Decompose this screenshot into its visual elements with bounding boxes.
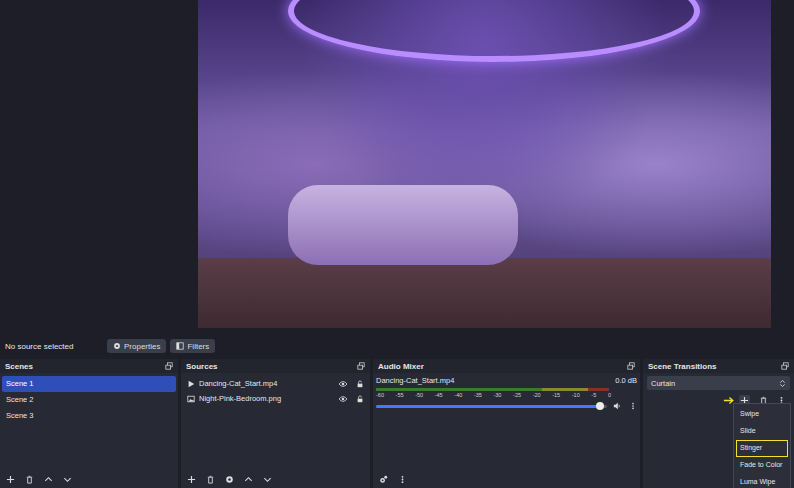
transition-select[interactable]: Curtain (647, 376, 790, 390)
properties-button[interactable]: Properties (107, 339, 166, 353)
menu-item[interactable]: Slide (736, 423, 788, 440)
up-icon[interactable] (44, 475, 53, 484)
add-transition-menu: SwipeSlideStingerFade to ColorLuma Wipe (733, 403, 791, 488)
filter-icon (176, 342, 184, 350)
mixer-channel: Dancing-Cat_Start.mp4 0.0 dB -60-55-50-45-… (376, 376, 637, 410)
dock-header: Scenes (0, 359, 178, 373)
preview-floor (198, 258, 771, 328)
undock-icon[interactable] (781, 362, 789, 370)
plus-icon[interactable] (6, 475, 15, 484)
sources-dock: Sources Dancing-Cat_Start.mp4Night-Pink-B… (181, 359, 370, 488)
scene-transitions-dock: Scene Transitions Curtain SwipeSlideStinge… (643, 359, 794, 488)
obs-window: No source selected Properties Filters Scene… (0, 0, 794, 488)
channel-name: Dancing-Cat_Start.mp4 (376, 376, 454, 385)
down-icon[interactable] (63, 475, 72, 484)
more-icon[interactable] (398, 475, 407, 484)
scenes-dock: Scenes Scene 1Scene 2Scene 3 (0, 359, 178, 488)
volume-slider[interactable] (376, 405, 607, 408)
volume-meter (376, 388, 609, 391)
updown-arrows-icon (779, 379, 786, 388)
mixer-toolbar (373, 470, 640, 488)
dock-header: Scene Transitions (643, 359, 794, 373)
image-icon (187, 395, 195, 403)
scene-item[interactable]: Scene 1 (2, 376, 176, 392)
gear-icon (113, 342, 121, 350)
undock-icon[interactable] (165, 362, 173, 370)
more-icon[interactable] (629, 402, 637, 410)
menu-item[interactable]: Luma Wipe (736, 474, 788, 488)
slider-knob[interactable] (596, 402, 604, 410)
down-icon[interactable] (263, 475, 272, 484)
scene-item[interactable]: Scene 3 (2, 408, 176, 424)
audio-mixer-dock: Audio Mixer Dancing-Cat_Start.mp4 0.0 dB -6… (373, 359, 640, 488)
dock-header: Sources (181, 359, 370, 373)
lock-open-icon[interactable] (356, 395, 364, 403)
speaker-icon[interactable] (613, 402, 621, 410)
menu-item[interactable]: Stinger (736, 440, 788, 457)
dock-header: Audio Mixer (373, 359, 640, 373)
gear-icon[interactable] (225, 475, 234, 484)
source-item[interactable]: Dancing-Cat_Start.mp4 (183, 376, 368, 391)
undock-icon[interactable] (627, 362, 635, 370)
undock-icon[interactable] (357, 362, 365, 370)
play-icon (187, 380, 195, 388)
eye-icon[interactable] (338, 380, 348, 388)
trash-icon[interactable] (206, 475, 215, 484)
preview-bed (288, 185, 518, 265)
properties-bar: No source selected Properties Filters (0, 336, 794, 356)
selection-status: No source selected (5, 342, 103, 351)
advanced-audio-icon[interactable] (379, 475, 388, 484)
menu-item[interactable]: Swipe (736, 406, 788, 423)
preview-canvas (198, 0, 771, 328)
channel-reading: 0.0 dB (615, 376, 637, 385)
plus-icon[interactable] (187, 475, 196, 484)
lock-open-icon[interactable] (356, 380, 364, 388)
scenes-toolbar (0, 470, 178, 488)
preview-area (0, 0, 794, 330)
trash-icon[interactable] (25, 475, 34, 484)
preview-ceiling-light (288, 0, 700, 62)
meter-scale: -60-55-50-45-40-35-30-25-20-15-10-50 (376, 392, 611, 398)
dock-area: Scenes Scene 1Scene 2Scene 3 Sources Dancin… (0, 359, 794, 488)
filters-button[interactable]: Filters (170, 339, 215, 353)
source-item[interactable]: Night-Pink-Bedroom.png (183, 391, 368, 406)
eye-icon[interactable] (338, 395, 348, 403)
menu-item[interactable]: Fade to Color (736, 457, 788, 474)
sources-toolbar (181, 470, 370, 488)
scene-item[interactable]: Scene 2 (2, 392, 176, 408)
up-icon[interactable] (244, 475, 253, 484)
